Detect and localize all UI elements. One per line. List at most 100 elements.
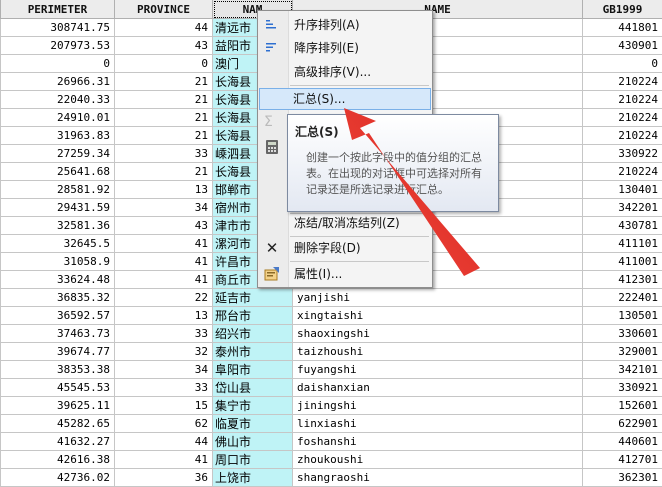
cell-province[interactable]: 21 — [115, 91, 213, 109]
cell-name-pinyin[interactable]: yanjishi — [293, 289, 583, 307]
cell-province[interactable]: 44 — [115, 433, 213, 451]
cell-perimeter[interactable]: 26966.31 — [1, 73, 115, 91]
cell-province[interactable]: 33 — [115, 379, 213, 397]
cell-province[interactable]: 32 — [115, 343, 213, 361]
cell-perimeter[interactable]: 32581.36 — [1, 217, 115, 235]
table-row[interactable]: 39674.7732泰州市taizhoushi329001 — [1, 343, 662, 361]
cell-perimeter[interactable]: 207973.53 — [1, 37, 115, 55]
column-header-province[interactable]: PROVINCE — [115, 0, 213, 19]
cell-gb1999[interactable]: 330921 — [583, 379, 662, 397]
cell-name[interactable]: 佛山市 — [213, 433, 293, 451]
cell-perimeter[interactable]: 38353.38 — [1, 361, 115, 379]
cell-perimeter[interactable]: 33624.48 — [1, 271, 115, 289]
cell-province[interactable]: 21 — [115, 109, 213, 127]
cell-province[interactable]: 36 — [115, 469, 213, 487]
cell-perimeter[interactable]: 42616.38 — [1, 451, 115, 469]
cell-gb1999[interactable]: 412301 — [583, 271, 662, 289]
cell-name-pinyin[interactable]: taizhoushi — [293, 343, 583, 361]
cell-perimeter[interactable]: 24910.01 — [1, 109, 115, 127]
cell-gb1999[interactable]: 210224 — [583, 127, 662, 145]
cell-province[interactable]: 34 — [115, 199, 213, 217]
cell-perimeter[interactable]: 42736.02 — [1, 469, 115, 487]
menu-item-properties[interactable]: 属性(I)... — [260, 263, 430, 285]
cell-province[interactable]: 15 — [115, 397, 213, 415]
cell-gb1999[interactable]: 0 — [583, 55, 662, 73]
cell-gb1999[interactable]: 210224 — [583, 91, 662, 109]
cell-perimeter[interactable]: 45545.53 — [1, 379, 115, 397]
cell-province[interactable]: 13 — [115, 307, 213, 325]
cell-gb1999[interactable]: 412701 — [583, 451, 662, 469]
cell-name-pinyin[interactable]: linxiashi — [293, 415, 583, 433]
cell-name[interactable]: 临夏市 — [213, 415, 293, 433]
cell-name-pinyin[interactable]: jiningshi — [293, 397, 583, 415]
cell-gb1999[interactable]: 342201 — [583, 199, 662, 217]
menu-item-sort-descending[interactable]: 降序排列(E) — [260, 37, 430, 59]
cell-gb1999[interactable]: 329001 — [583, 343, 662, 361]
cell-province[interactable]: 62 — [115, 415, 213, 433]
cell-perimeter[interactable]: 36592.57 — [1, 307, 115, 325]
table-row[interactable]: 42616.3841周口市zhoukoushi412701 — [1, 451, 662, 469]
cell-gb1999[interactable]: 152601 — [583, 397, 662, 415]
table-row[interactable]: 37463.7333绍兴市shaoxingshi330601 — [1, 325, 662, 343]
cell-province[interactable]: 33 — [115, 145, 213, 163]
menu-item-advanced-sort[interactable]: 高级排序(V)... — [260, 61, 430, 83]
cell-perimeter[interactable]: 39625.11 — [1, 397, 115, 415]
menu-item-sort-ascending[interactable]: 升序排列(A) — [260, 14, 430, 36]
cell-province[interactable]: 21 — [115, 127, 213, 145]
cell-perimeter[interactable]: 32645.5 — [1, 235, 115, 253]
cell-gb1999[interactable]: 430781 — [583, 217, 662, 235]
cell-gb1999[interactable]: 411001 — [583, 253, 662, 271]
cell-name-pinyin[interactable]: foshanshi — [293, 433, 583, 451]
table-row[interactable]: 42736.0236上饶市shangraoshi362301 — [1, 469, 662, 487]
cell-gb1999[interactable]: 362301 — [583, 469, 662, 487]
cell-name-pinyin[interactable]: shangraoshi — [293, 469, 583, 487]
cell-name[interactable]: 延吉市 — [213, 289, 293, 307]
cell-name[interactable]: 集宁市 — [213, 397, 293, 415]
cell-perimeter[interactable]: 29431.59 — [1, 199, 115, 217]
cell-province[interactable]: 34 — [115, 361, 213, 379]
cell-perimeter[interactable]: 39674.77 — [1, 343, 115, 361]
cell-gb1999[interactable]: 222401 — [583, 289, 662, 307]
cell-perimeter[interactable]: 308741.75 — [1, 19, 115, 37]
menu-item-freeze-column[interactable]: 冻结/取消冻结列(Z) — [260, 212, 430, 234]
cell-gb1999[interactable]: 330922 — [583, 145, 662, 163]
table-row[interactable]: 38353.3834阜阳市fuyangshi342101 — [1, 361, 662, 379]
cell-gb1999[interactable]: 441801 — [583, 19, 662, 37]
cell-perimeter[interactable]: 27259.34 — [1, 145, 115, 163]
cell-name[interactable]: 绍兴市 — [213, 325, 293, 343]
cell-province[interactable]: 13 — [115, 181, 213, 199]
cell-name-pinyin[interactable]: shaoxingshi — [293, 325, 583, 343]
cell-name[interactable]: 泰州市 — [213, 343, 293, 361]
cell-perimeter[interactable]: 31058.9 — [1, 253, 115, 271]
cell-perimeter[interactable]: 31963.83 — [1, 127, 115, 145]
cell-name[interactable]: 阜阳市 — [213, 361, 293, 379]
menu-item-delete-field[interactable]: ✕ 删除字段(D) — [260, 237, 430, 259]
cell-province[interactable]: 22 — [115, 289, 213, 307]
cell-perimeter[interactable]: 28581.92 — [1, 181, 115, 199]
cell-province[interactable]: 41 — [115, 253, 213, 271]
cell-name-pinyin[interactable]: fuyangshi — [293, 361, 583, 379]
cell-perimeter[interactable]: 22040.33 — [1, 91, 115, 109]
cell-gb1999[interactable]: 330601 — [583, 325, 662, 343]
cell-gb1999[interactable]: 130401 — [583, 181, 662, 199]
cell-name-pinyin[interactable]: xingtaishi — [293, 307, 583, 325]
cell-name-pinyin[interactable]: zhoukoushi — [293, 451, 583, 469]
cell-gb1999[interactable]: 210224 — [583, 73, 662, 91]
cell-name[interactable]: 岱山县 — [213, 379, 293, 397]
cell-gb1999[interactable]: 342101 — [583, 361, 662, 379]
cell-gb1999[interactable]: 130501 — [583, 307, 662, 325]
cell-province[interactable]: 41 — [115, 451, 213, 469]
menu-item-summarize[interactable]: 汇总(S)... — [259, 88, 431, 110]
cell-province[interactable]: 21 — [115, 73, 213, 91]
column-header-perimeter[interactable]: PERIMETER — [1, 0, 115, 19]
table-row[interactable]: 45545.5333岱山县daishanxian330921 — [1, 379, 662, 397]
cell-gb1999[interactable]: 622901 — [583, 415, 662, 433]
cell-gb1999[interactable]: 210224 — [583, 163, 662, 181]
cell-perimeter[interactable]: 41632.27 — [1, 433, 115, 451]
cell-province[interactable]: 33 — [115, 325, 213, 343]
cell-province[interactable]: 41 — [115, 235, 213, 253]
cell-gb1999[interactable]: 411101 — [583, 235, 662, 253]
table-row[interactable]: 36835.3222延吉市yanjishi222401 — [1, 289, 662, 307]
cell-perimeter[interactable]: 36835.32 — [1, 289, 115, 307]
cell-name[interactable]: 上饶市 — [213, 469, 293, 487]
